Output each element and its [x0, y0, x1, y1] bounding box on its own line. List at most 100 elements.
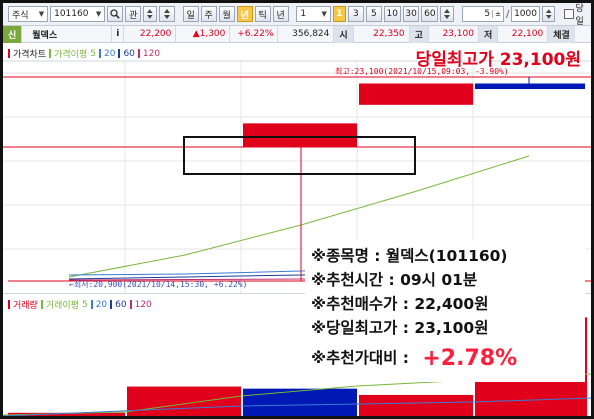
count-value: 5 [484, 9, 491, 19]
stepper-button[interactable] [143, 6, 157, 22]
low-label: 저 [478, 25, 499, 43]
volume-legend: 거래량 거래이평 5 20 60 120 [8, 298, 152, 311]
minute-60[interactable]: 60 [421, 6, 439, 22]
bookmark-button[interactable]: 관 [125, 6, 142, 22]
chevron-down-icon: ▼ [38, 10, 45, 18]
legend-ma120: 120 [142, 48, 161, 59]
legend-marker-icon [40, 300, 43, 309]
period-day[interactable]: 일 [182, 6, 199, 22]
candle-body [243, 123, 357, 147]
spin-icon: ± [492, 10, 501, 18]
stepper-button-4[interactable] [541, 6, 556, 22]
legend-marker-icon [129, 300, 132, 309]
legend-marker-icon [118, 49, 121, 58]
stepper-button-3[interactable] [440, 6, 455, 22]
volume-bar [243, 388, 357, 416]
volume-value-text: 356,824 [292, 29, 330, 39]
highlight-label: 1 [336, 9, 343, 19]
today-checkbox[interactable]: 당일 [564, 3, 591, 27]
up-down-icon [147, 9, 153, 19]
highlight-button[interactable]: 1 [332, 6, 346, 22]
period-tick-label: 틱 [258, 10, 267, 21]
change-value: ▲1,300 [176, 25, 231, 43]
minute-60-label: 60 [424, 9, 436, 19]
minute-30-label: 30 [405, 9, 417, 19]
period-year[interactable]: 년 [236, 6, 253, 22]
period-week-label: 주 [204, 10, 213, 21]
search-button[interactable] [107, 6, 124, 22]
legend-ma5: 5 [90, 48, 96, 59]
period-year-label: 년 [240, 10, 249, 21]
bars-input[interactable]: 1000 [511, 6, 540, 22]
info-rate-label: ※추천가대비 : [311, 349, 415, 367]
chart-window: 주식 ▼ 101160 ▼ 관 일 주 월 년 틱 년 1 ▼ 1 3 5 10 [0, 0, 594, 419]
stepper-button-2[interactable] [158, 6, 175, 22]
period-year2-label: 년 [276, 10, 285, 21]
legend-marker-icon [110, 300, 113, 309]
headline-text: 당일최고가 23,100원 [415, 50, 581, 70]
stock-name: 월덱스 [22, 25, 113, 43]
interval-select[interactable]: 1 ▼ [296, 6, 331, 22]
legend-marker-icon [8, 49, 10, 58]
info-stock-label: ※종목명 : [311, 247, 386, 265]
chevron-down-icon: ▼ [95, 10, 102, 18]
min-annotation: ←최저:20,900(2021/10/14,15:30, +6.22%) [69, 279, 247, 290]
info-buy-label: ※추천매수가 : [311, 295, 415, 313]
minute-5[interactable]: 5 [365, 6, 382, 22]
headline-day-high: 당일최고가 23,100원 [416, 45, 581, 70]
minute-10[interactable]: 10 [383, 6, 401, 22]
info-time-row: ※추천시간 : 09시 01분 [311, 268, 585, 292]
legend-ma60: 60 [123, 48, 135, 59]
legend-volume-ma60: 60 [115, 299, 127, 310]
open-value: 22,350 [354, 25, 410, 43]
info-buy-value: 22,400원 [414, 295, 489, 313]
info-icon: i [116, 29, 120, 39]
volume-bar [127, 386, 241, 416]
legend-price: 가격차트 [13, 50, 47, 60]
credit-badge: 신 [3, 25, 23, 43]
info-stock-value: 월덱스(101160) [385, 247, 508, 265]
candle-body [359, 83, 473, 105]
open-label-text: 시 [339, 30, 348, 41]
period-week[interactable]: 주 [200, 6, 217, 22]
market-select[interactable]: 주식 ▼ [8, 6, 49, 22]
quote-bar: 신 월덱스 i 22,200 ▲1,300 +6.22% 356,824 시 2… [3, 25, 591, 43]
legend-marker-icon [137, 49, 140, 58]
change-value-text: ▲1,300 [192, 29, 226, 39]
info-rate-row: ※추천가대비 : +2.78% [311, 346, 585, 371]
change-rate: +6.22% [230, 25, 279, 43]
up-down-icon [163, 9, 170, 19]
legend-marker-icon [90, 300, 93, 309]
high-label-text: 고 [414, 30, 423, 41]
info-high-label: ※당일최고가 : [311, 319, 415, 337]
legend-volume: 거래량 [13, 301, 38, 311]
low-value-text: 22,100 [511, 29, 544, 39]
minute-30[interactable]: 30 [402, 6, 420, 22]
legend-ma20: 20 [103, 48, 116, 59]
info-button[interactable]: i [112, 25, 125, 43]
interval-value: 1 [300, 9, 307, 19]
legend-volume-ma: 거래이평 [45, 301, 79, 311]
credit-badge-label: 신 [8, 30, 17, 41]
legend-ma: 가격이평 [54, 50, 88, 60]
info-time-value: 09시 01분 [400, 271, 478, 289]
minute-10-label: 10 [386, 9, 398, 19]
period-year2[interactable]: 년 [272, 6, 289, 22]
market-select-value: 주식 [12, 10, 29, 21]
candle-body [475, 83, 585, 90]
minute-3-label: 3 [352, 9, 359, 19]
volume-bar [359, 394, 473, 416]
bookmark-label: 관 [129, 10, 138, 21]
high-value-text: 23,100 [442, 29, 474, 39]
period-month[interactable]: 월 [218, 6, 235, 22]
info-time-label: ※추천시간 : [311, 271, 401, 289]
info-high-row: ※당일최고가 : 23,100원 [311, 316, 585, 340]
today-checkbox-label: 당일 [575, 4, 584, 27]
minute-3[interactable]: 3 [347, 6, 364, 22]
last-label-text: 체결 [553, 30, 570, 41]
code-input[interactable]: 101160 ▼ [50, 6, 106, 22]
period-tick[interactable]: 틱 [254, 6, 271, 22]
legend-volume-ma5: 5 [81, 299, 88, 310]
toolbar: 주식 ▼ 101160 ▼ 관 일 주 월 년 틱 년 1 ▼ 1 3 5 10 [3, 3, 591, 27]
count-stepper[interactable]: 5 ± [462, 6, 504, 22]
